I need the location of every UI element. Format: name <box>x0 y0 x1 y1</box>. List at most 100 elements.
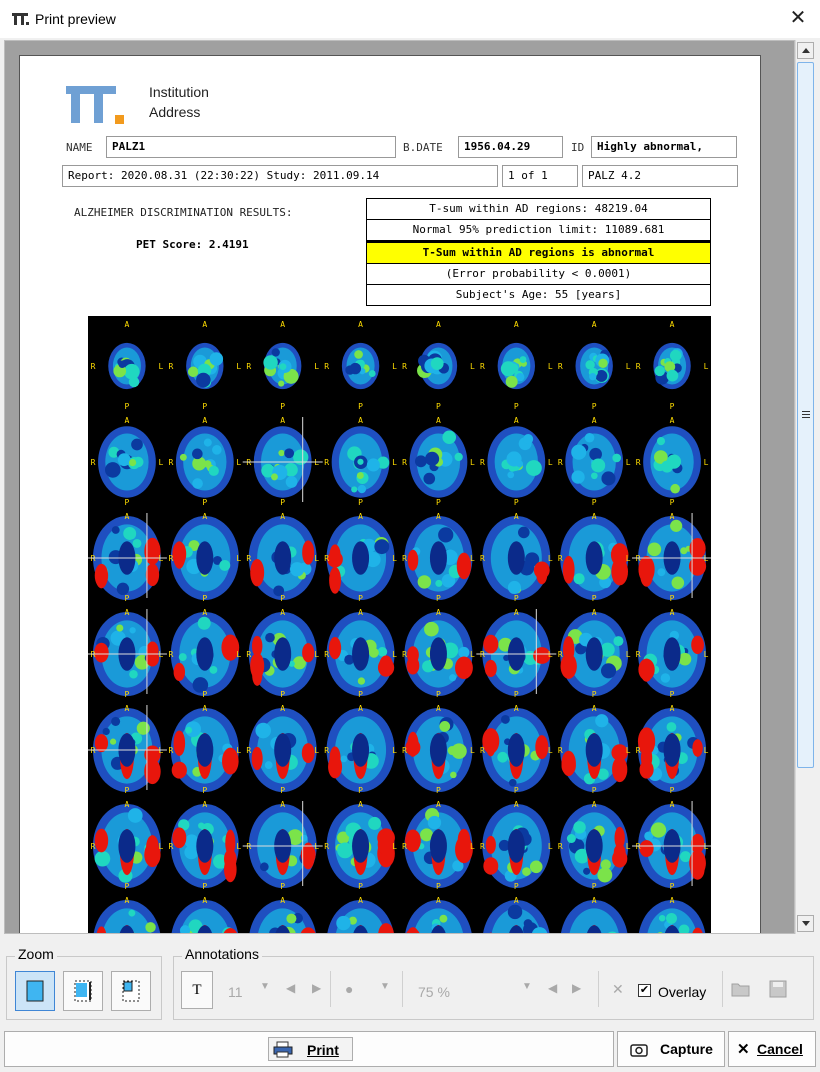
brain-activity <box>519 356 527 363</box>
brain-ventricle <box>429 541 447 575</box>
abnormal-region <box>145 563 160 587</box>
label-right: R <box>168 746 173 755</box>
id-field: Highly abnormal, <box>591 136 737 158</box>
label-left: L <box>548 746 553 755</box>
brain-activity <box>356 472 364 480</box>
print-button-bar[interactable]: Print <box>4 1031 614 1067</box>
brain-activity <box>357 484 367 494</box>
delete-annotation-icon[interactable]: ✕ <box>612 981 624 998</box>
abnormal-region <box>639 840 654 857</box>
label-anterior: A <box>202 704 207 713</box>
brain-activity <box>589 447 602 461</box>
label-posterior: P <box>670 402 675 411</box>
brain-activity <box>666 912 677 924</box>
label-left: L <box>470 842 475 851</box>
label-anterior: A <box>670 800 675 809</box>
brain-ventricle <box>663 733 681 767</box>
label-posterior: P <box>280 594 285 603</box>
brain-activity <box>179 453 187 461</box>
abnormal-region <box>483 857 499 875</box>
font-size-dropdown-icon[interactable]: ▼ <box>260 981 270 992</box>
vertical-scrollbar[interactable] <box>795 40 815 934</box>
label-anterior: A <box>670 512 675 521</box>
label-right: R <box>402 554 407 563</box>
label-left: L <box>704 458 709 467</box>
capture-label: Capture <box>660 1041 713 1057</box>
text-tool-button[interactable]: T <box>181 971 213 1009</box>
prev-opacity-icon[interactable]: ◀ <box>548 981 557 995</box>
print-button[interactable]: Print <box>268 1037 353 1061</box>
label-left: L <box>548 842 553 851</box>
brain-activity <box>595 714 609 728</box>
abnormal-region <box>560 653 577 679</box>
brain-activity <box>425 451 440 466</box>
brain-activity <box>123 527 137 540</box>
label-posterior: P <box>670 498 675 507</box>
name-field: PALZ1 <box>106 136 396 158</box>
label-anterior: A <box>358 704 363 713</box>
preview-viewport[interactable]: Institution Address NAME PALZ1 B.DATE 19… <box>4 40 795 934</box>
scroll-down-button[interactable] <box>797 915 814 932</box>
label-right: R <box>636 458 641 467</box>
color-dropdown-icon[interactable]: ▼ <box>380 981 390 992</box>
camera-icon <box>630 1044 648 1057</box>
abnormal-region <box>94 563 109 588</box>
brain-activity <box>598 358 608 368</box>
result-tsum: T-sum within AD regions: 48219.04 <box>367 199 710 220</box>
brain-activity <box>523 434 534 445</box>
institution-address: Address <box>149 104 201 120</box>
brain-activity <box>589 373 597 381</box>
zoom-fit-page-button[interactable] <box>15 971 55 1011</box>
abnormal-region <box>535 735 549 760</box>
window-title: Print preview <box>35 11 116 27</box>
label-left: L <box>236 746 241 755</box>
opacity-dropdown-icon[interactable]: ▼ <box>522 981 532 992</box>
abnormal-region <box>251 635 263 657</box>
open-folder-icon[interactable] <box>730 979 752 999</box>
label-right: R <box>168 650 173 659</box>
next-font-icon[interactable]: ▶ <box>312 981 321 995</box>
scroll-up-button[interactable] <box>797 42 814 59</box>
font-size-value[interactable]: 11 <box>228 984 243 1000</box>
label-anterior: A <box>514 800 519 809</box>
next-opacity-icon[interactable]: ▶ <box>572 981 581 995</box>
separator <box>402 971 403 1007</box>
label-posterior: P <box>280 786 285 795</box>
brain-activity <box>278 449 285 457</box>
brain-activity <box>439 721 451 732</box>
brain-activity <box>506 451 522 467</box>
save-icon[interactable] <box>768 979 788 999</box>
brain-activity <box>337 842 353 859</box>
zoom-fit-width-button[interactable] <box>63 971 103 1011</box>
abnormal-region <box>457 828 471 852</box>
control-panel: Zoom Annotations T 11 ▼ ◀ ▶ ● ▼ 75 % ▼ ◀… <box>0 936 820 1072</box>
color-picker-icon[interactable]: ● <box>345 981 353 997</box>
label-anterior: A <box>670 416 675 425</box>
overlay-checkbox[interactable]: ✔ <box>638 984 651 997</box>
prev-font-icon[interactable]: ◀ <box>286 981 295 995</box>
brain-activity <box>129 627 136 634</box>
abnormal-region <box>691 635 704 655</box>
zoom-actual-size-button[interactable] <box>111 971 151 1011</box>
brain-activity <box>597 867 613 883</box>
abnormal-region <box>173 662 186 681</box>
opacity-value[interactable]: 75 % <box>418 984 450 1000</box>
abnormal-region <box>379 655 393 676</box>
abnormal-region <box>562 555 575 584</box>
brain-activity <box>368 370 376 378</box>
brain-ventricle <box>274 541 292 575</box>
close-button[interactable]: ✕ <box>788 7 808 29</box>
overlay-label: Overlay <box>658 984 707 1000</box>
brain-activity <box>271 348 280 357</box>
brain-activity <box>368 816 382 830</box>
abnormal-region <box>172 541 187 567</box>
capture-button[interactable]: Capture <box>617 1031 725 1067</box>
brain-activity <box>192 478 203 489</box>
label-posterior: P <box>358 402 363 411</box>
label-posterior: P <box>592 498 597 507</box>
label-anterior: A <box>202 800 207 809</box>
label-left: L <box>158 362 163 371</box>
brain-ventricle <box>196 829 214 863</box>
scroll-thumb[interactable] <box>797 62 814 768</box>
cancel-button[interactable]: ✕ Cancel <box>728 1031 816 1067</box>
